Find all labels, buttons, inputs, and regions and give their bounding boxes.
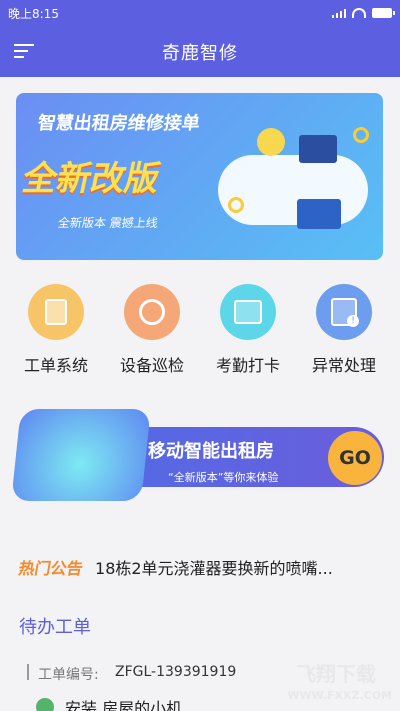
banner-subline: 全新版本 震撼上线 — [56, 216, 159, 230]
wifi-icon — [352, 8, 366, 18]
order-divider — [27, 664, 29, 680]
banner-top-text: 智慧出租房维修接单 — [36, 113, 202, 134]
status-icons — [332, 8, 395, 18]
menu-item-work-orders[interactable]: 工单系统 — [14, 284, 99, 379]
menu-item-label: 设备巡检 — [119, 356, 184, 375]
cloud-illustration — [218, 155, 368, 225]
menu-item-check-in[interactable]: 考勤打卡 — [206, 284, 291, 379]
promo-subtitle: “全新版本”等你来体验 — [168, 471, 279, 484]
menu-icon[interactable] — [14, 44, 34, 58]
page-title: 奇鹿智修 — [162, 42, 238, 64]
menu-item-label: 考勤打卡 — [215, 356, 280, 375]
task-name: 安装 房屋的小机 — [65, 699, 183, 711]
avatar — [36, 698, 54, 711]
watermark-brand: 飞翔下载 — [296, 662, 376, 686]
order-number: ZFGL-139391919 — [115, 664, 237, 680]
person-illustration — [257, 128, 285, 156]
notice-text: 18栋2单元浇灌器要换新的喷嘴... — [95, 559, 333, 578]
status-bar: 晚上8:15 — [0, 0, 400, 26]
app-header: 奇鹿智修 — [0, 26, 400, 77]
watermark: 飞翔下载 WWW.FXXZ.COM — [230, 646, 400, 702]
promo-illustration — [11, 409, 151, 501]
feature-menu: 工单系统 设备巡检 考勤打卡 异常处理 — [0, 284, 400, 379]
menu-item-inspection[interactable]: 设备巡检 — [110, 284, 195, 379]
menu-item-label: 异常处理 — [311, 356, 376, 375]
notice-tag: 热门公告 — [17, 559, 85, 578]
menu-item-label: 工单系统 — [23, 356, 88, 375]
check-in-icon — [220, 284, 276, 340]
signal-icon — [332, 8, 346, 18]
status-time: 晚上8:15 — [8, 6, 59, 21]
gear-icon — [228, 197, 244, 213]
notice-bar[interactable]: 热门公告 18栋2单元浇灌器要换新的喷嘴... — [17, 555, 384, 579]
order-label: 工单编号: — [38, 667, 99, 683]
warning-icon — [316, 284, 372, 340]
inspection-icon — [124, 284, 180, 340]
hero-banner[interactable]: 智慧出租房维修接单 全新改版 全新版本 震撼上线 — [16, 93, 383, 260]
server-illustration — [297, 199, 341, 229]
banner-headline: 全新改版 — [19, 159, 164, 199]
todo-section-title: 待办工单 — [19, 617, 91, 638]
app-screen: 晚上8:15 奇鹿智修 智慧出租房维修接单 全新改版 全新版本 震撼上线 工单系… — [0, 0, 400, 711]
promo-title: 移动智能出租房 — [148, 441, 274, 462]
go-button[interactable]: GO — [328, 431, 382, 485]
promo-banner[interactable]: 移动智能出租房 “全新版本”等你来体验 GO — [11, 409, 384, 501]
battery-icon — [372, 8, 395, 18]
gear-icon — [353, 127, 369, 143]
watermark-url: WWW.FXXZ.COM — [287, 689, 392, 702]
menu-item-exception[interactable]: 异常处理 — [302, 284, 387, 379]
document-icon — [28, 284, 84, 340]
screen-illustration — [299, 135, 337, 163]
